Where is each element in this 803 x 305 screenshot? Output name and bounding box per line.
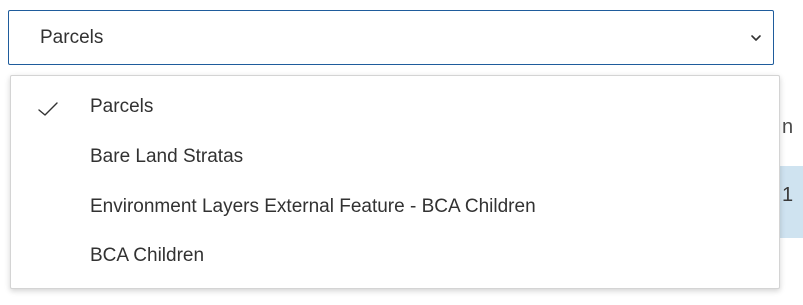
checkmark-icon [38,102,58,116]
option-bca-children[interactable]: BCA Children [11,233,779,281]
background-row-value-fragment: 1 [782,184,794,206]
option-label: Bare Land Stratas [90,146,244,167]
option-label: Parcels [90,96,154,117]
chevron-down-icon [751,35,761,41]
option-label: BCA Children [90,245,205,266]
select-dropdown-list: Parcels Bare Land Stratas Environment La… [10,75,780,289]
option-label: Environment Layers External Feature - BC… [90,196,536,217]
option-environment-layers-external-feature-bca-children[interactable]: Environment Layers External Feature - BC… [11,184,779,232]
stage: n 1 Parcels Parcels Bare Land Stratas En… [0,0,803,305]
option-bare-land-stratas[interactable]: Bare Land Stratas [11,134,779,182]
background-column-header-fragment: n [782,116,794,138]
layer-select[interactable]: Parcels [8,10,774,65]
option-parcels[interactable]: Parcels [11,84,779,132]
select-current-value: Parcels [40,27,104,48]
